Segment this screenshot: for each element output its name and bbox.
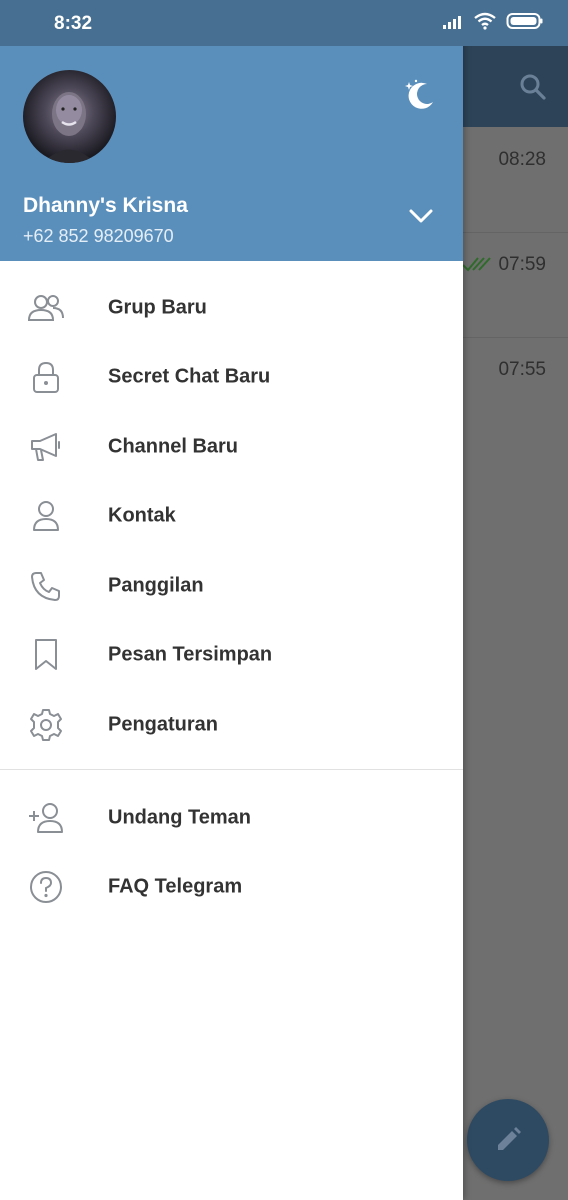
menu-item-settings[interactable]: Pengaturan: [0, 690, 463, 760]
navigation-drawer: Dhanny's Krisna +62 852 98209670 Grup Ba…: [0, 0, 463, 1200]
chevron-down-icon[interactable]: [409, 208, 433, 229]
person-icon: [27, 497, 65, 535]
new-group-icon: [27, 289, 65, 327]
pencil-icon: [498, 1127, 521, 1150]
add-person-icon: [27, 799, 65, 837]
menu-label: Pesan Tersimpan: [108, 643, 273, 666]
compose-button[interactable]: [467, 1099, 549, 1181]
menu-label: Panggilan: [108, 574, 204, 597]
menu-item-saved-messages[interactable]: Pesan Tersimpan: [0, 620, 463, 690]
menu-label: Grup Baru: [108, 296, 207, 319]
status-time: 8:32: [54, 13, 93, 34]
status-icons: [442, 12, 544, 35]
menu-label: Channel Baru: [108, 435, 239, 458]
menu-label: Pengaturan: [108, 713, 219, 736]
chat-time: 07:55: [498, 359, 546, 380]
menu-label: FAQ Telegram: [108, 875, 243, 898]
menu-item-new-channel[interactable]: Channel Baru: [0, 412, 463, 482]
chat-time: 07:59: [498, 254, 546, 275]
signal-icon: [442, 12, 464, 35]
search-icon[interactable]: [518, 72, 548, 107]
moon-icon[interactable]: [403, 78, 437, 117]
menu-item-secret-chat[interactable]: Secret Chat Baru: [0, 342, 463, 412]
menu-label: Secret Chat Baru: [108, 365, 271, 388]
chat-time: 08:28: [498, 149, 546, 170]
question-icon: [27, 868, 65, 906]
menu-item-calls[interactable]: Panggilan: [0, 551, 463, 621]
bookmark-icon: [27, 636, 65, 674]
user-phone: +62 852 98209670: [23, 226, 174, 246]
menu-item-invite-friends[interactable]: Undang Teman: [0, 783, 463, 853]
menu-label: Undang Teman: [108, 806, 251, 829]
avatar[interactable]: [23, 70, 116, 163]
menu-item-new-group[interactable]: Grup Baru: [0, 273, 463, 343]
gear-icon: [27, 706, 65, 744]
double-check-icon: [462, 256, 492, 277]
menu-label: Kontak: [108, 504, 176, 527]
battery-icon: [506, 12, 544, 35]
status-bar: 8:32: [0, 0, 568, 46]
lock-icon: [27, 358, 65, 396]
wifi-icon: [474, 12, 496, 35]
user-name: Dhanny's Krisna: [23, 194, 188, 217]
phone-icon: [27, 567, 65, 605]
megaphone-icon: [27, 428, 65, 466]
menu-item-contacts[interactable]: Kontak: [0, 481, 463, 551]
drawer-header: Dhanny's Krisna +62 852 98209670: [0, 46, 463, 261]
menu-divider: [0, 769, 463, 770]
menu-item-faq[interactable]: FAQ Telegram: [0, 852, 463, 922]
